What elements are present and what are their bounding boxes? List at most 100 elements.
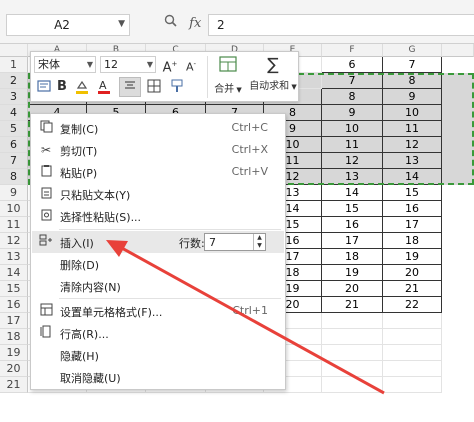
table-cell[interactable]: 19 [322, 265, 383, 281]
row-header-17[interactable]: 17 [0, 313, 28, 329]
row-header-4[interactable]: 4 [0, 105, 28, 121]
table-cell[interactable]: 21 [383, 281, 442, 297]
table-cell[interactable]: 13 [322, 169, 383, 185]
formula-icons: fx [164, 14, 209, 31]
table-cell[interactable]: 9 [322, 105, 383, 121]
table-cell[interactable]: 18 [383, 233, 442, 249]
row-header-21[interactable]: 21 [0, 377, 28, 393]
row-header-3[interactable]: 3 [0, 89, 28, 105]
table-cell[interactable]: 20 [322, 281, 383, 297]
grid-cell[interactable] [322, 345, 383, 361]
table-cell[interactable]: 17 [383, 217, 442, 233]
zoom-icon[interactable] [164, 14, 181, 31]
table-cell[interactable]: 11 [383, 121, 442, 137]
table-cell[interactable]: 12 [322, 153, 383, 169]
table-cell[interactable]: 10 [383, 105, 442, 121]
select-all-corner[interactable] [0, 44, 28, 57]
grow-font-button[interactable]: A+ [162, 56, 178, 76]
column-header-extra[interactable] [442, 44, 474, 57]
row-header-7[interactable]: 7 [0, 153, 28, 169]
row-header-8[interactable]: 8 [0, 169, 28, 185]
row-header-14[interactable]: 14 [0, 265, 28, 281]
menu-item-delete[interactable]: 删除(D) [32, 253, 284, 275]
row-header-20[interactable]: 20 [0, 361, 28, 377]
grid-cell[interactable] [322, 361, 383, 377]
table-cell[interactable]: 15 [383, 185, 442, 201]
grid-cell[interactable] [383, 345, 442, 361]
grid-cell[interactable] [322, 329, 383, 345]
row-header-18[interactable]: 18 [0, 329, 28, 345]
table-cell[interactable]: 20 [383, 265, 442, 281]
menu-item-row-height[interactable]: 行高(R)... [32, 322, 284, 344]
row-header-15[interactable]: 15 [0, 281, 28, 297]
column-header-f[interactable]: F [322, 44, 383, 57]
menu-item-paste-text[interactable]: 只粘贴文本(Y) [32, 183, 284, 205]
menu-item-insert[interactable]: 插入(I) 行数: 7 ▲ ▼ [32, 231, 284, 253]
table-cell[interactable]: 18 [322, 249, 383, 265]
grid-cell[interactable] [383, 361, 442, 377]
table-cell[interactable]: 19 [383, 249, 442, 265]
row-header-9[interactable]: 9 [0, 185, 28, 201]
menu-item-paste-special[interactable]: 选择性粘贴(S)... [32, 205, 284, 227]
menu-item-copy[interactable]: 复制(C) Ctrl+C [32, 117, 284, 139]
table-cell[interactable]: 15 [322, 201, 383, 217]
menu-item-cut[interactable]: ✂ 剪切(T) Ctrl+X [32, 139, 284, 161]
font-color-button[interactable]: A [95, 79, 115, 100]
table-cell[interactable]: 9 [383, 89, 442, 105]
table-cell[interactable]: 7 [383, 57, 442, 73]
table-cell[interactable]: 6 [322, 57, 383, 73]
format-painter-icon[interactable] [168, 79, 186, 98]
rows-count-stepper[interactable]: ▲ ▼ [253, 234, 265, 250]
menu-item-paste[interactable]: 粘贴(P) Ctrl+V [32, 161, 284, 183]
table-cell[interactable]: 14 [383, 169, 442, 185]
table-cell[interactable]: 7 [322, 73, 383, 89]
table-cell[interactable]: 11 [322, 137, 383, 153]
grid-cell[interactable] [322, 313, 383, 329]
row-header-19[interactable]: 19 [0, 345, 28, 361]
table-cell[interactable]: 16 [383, 201, 442, 217]
row-header-12[interactable]: 12 [0, 233, 28, 249]
fx-icon[interactable]: fx [189, 16, 201, 31]
menu-item-hide[interactable]: 隐藏(H) [32, 344, 284, 366]
row-header-10[interactable]: 10 [0, 201, 28, 217]
row-header-5[interactable]: 5 [0, 121, 28, 137]
font-size-select[interactable]: 12 ▼ [100, 56, 156, 73]
row-header-16[interactable]: 16 [0, 297, 28, 313]
table-cell[interactable]: 17 [322, 233, 383, 249]
rows-count-input[interactable]: 7 ▲ ▼ [204, 233, 266, 251]
row-header-1[interactable]: 1 [0, 57, 28, 73]
grid-cell[interactable] [383, 329, 442, 345]
table-cell[interactable]: 13 [383, 153, 442, 169]
wrap-text-icon[interactable] [36, 79, 52, 98]
shrink-font-button[interactable]: A- [183, 56, 199, 76]
grid-cell[interactable] [322, 377, 383, 393]
table-cell[interactable]: 12 [383, 137, 442, 153]
menu-item-clear[interactable]: 清除内容(N) [32, 275, 284, 297]
table-cell[interactable]: 22 [383, 297, 442, 313]
table-cell[interactable]: 8 [383, 73, 442, 89]
row-header-6[interactable]: 6 [0, 137, 28, 153]
table-cell[interactable]: 21 [322, 297, 383, 313]
chevron-down-icon[interactable]: ▼ [118, 19, 125, 29]
column-header-g[interactable]: G [383, 44, 442, 57]
merge-button[interactable]: 合并 ▼ [211, 55, 245, 95]
table-cell[interactable]: 14 [322, 185, 383, 201]
autosum-button[interactable]: ∑ 自动求和 ▼ [248, 55, 298, 92]
table-cell[interactable]: 8 [322, 89, 383, 105]
align-center-button[interactable] [119, 77, 141, 97]
row-header-11[interactable]: 11 [0, 217, 28, 233]
menu-item-unhide[interactable]: 取消隐藏(U) [32, 366, 284, 388]
table-cell[interactable]: 16 [322, 217, 383, 233]
row-header-2[interactable]: 2 [0, 73, 28, 89]
font-name-select[interactable]: 宋体 ▼ [34, 56, 96, 73]
table-cell[interactable]: 10 [322, 121, 383, 137]
name-box[interactable]: A2 ▼ [6, 14, 130, 36]
menu-item-format-cells[interactable]: 设置单元格格式(F)... Ctrl+1 [32, 300, 284, 322]
bold-button[interactable]: B [55, 79, 69, 95]
grid-cell[interactable] [383, 313, 442, 329]
grid-cell[interactable] [383, 377, 442, 393]
formula-input[interactable]: 2 [208, 14, 474, 36]
row-header-13[interactable]: 13 [0, 249, 28, 265]
fill-color-button[interactable] [73, 79, 93, 100]
borders-icon[interactable] [145, 79, 163, 98]
